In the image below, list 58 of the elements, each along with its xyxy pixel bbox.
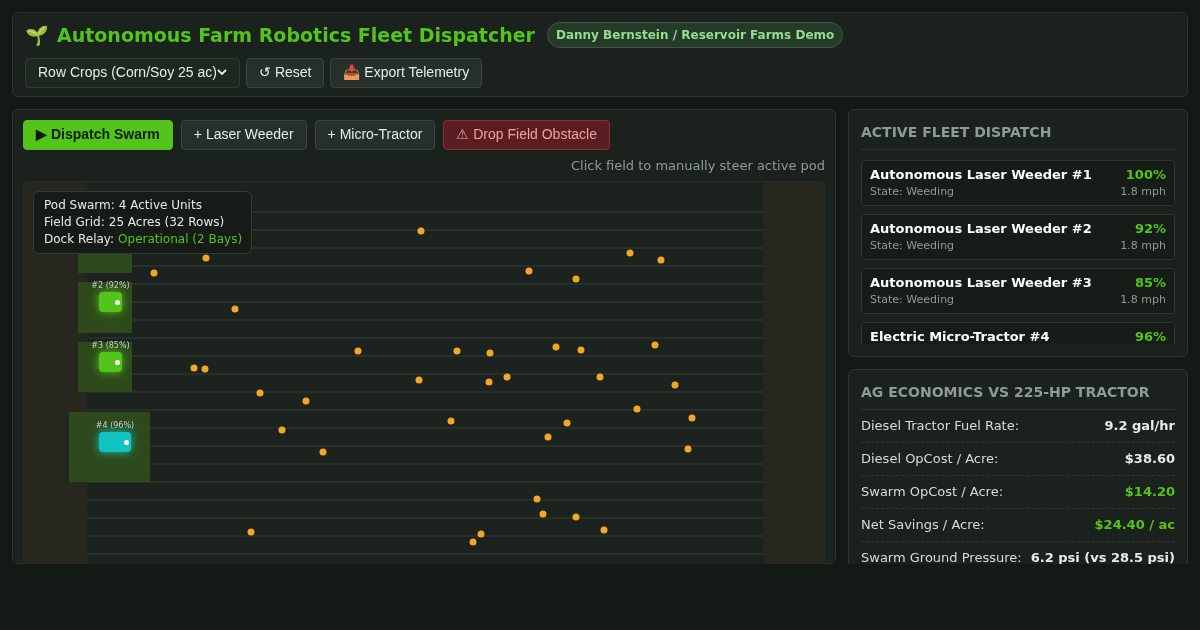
unit-name: Autonomous Laser Weeder #3: [870, 273, 1092, 292]
battery-percent: 92%: [1134, 219, 1166, 238]
metric-label: Swarm Ground Pressure:: [861, 548, 1022, 564]
battery-percent: 100%: [1125, 165, 1166, 184]
header-button[interactable]: 📥 Export Telemetry: [330, 57, 483, 88]
field-select[interactable]: Row Crops (Corn/Soy 25 ac): [25, 57, 240, 88]
battery-percent: 85%: [1134, 273, 1166, 292]
pod-label: #3 (85%): [90, 340, 131, 352]
crop-field[interactable]: #2 (92%) #3 (85%) #4 (96%) Pod Swarm: 4 Active Units Field Grid: 25 Acres (32 Rows) Dock Relay: Operational (2 Bays): [23, 181, 825, 564]
sensor-light-icon: [124, 439, 129, 445]
unit-state: State: Weeding: [870, 291, 955, 308]
metric-label: Diesel OpCost / Acre:: [861, 449, 999, 468]
toolbar-button[interactable]: + Laser Weeder: [180, 119, 307, 150]
toolbar-button[interactable]: + Micro-Tractor: [314, 119, 436, 150]
panel-title: ACTIVE FLEET DISPATCH: [861, 121, 1175, 150]
toolbar-button[interactable]: ⚠ Drop Field Obstacle: [443, 119, 610, 150]
sensor-light-icon: [115, 299, 120, 305]
fleet-card[interactable]: Electric Micro-Tractor #4 96%: [861, 321, 1175, 344]
unit-speed: 1.8 mph: [1120, 291, 1166, 308]
fleet-card[interactable]: Autonomous Laser Weeder #1 100% State: Weeding 1.8 mph: [861, 159, 1175, 206]
chevron-icon: [217, 69, 227, 76]
status-label: Pod Swarm:: [44, 197, 115, 214]
sprout-icon: 🌱: [25, 21, 49, 50]
unit-speed: 1.8 mph: [1120, 237, 1166, 254]
status-value: Operational (2 Bays): [118, 231, 243, 248]
robot-pod[interactable]: [99, 432, 131, 452]
metric-label: Net Savings / Acre:: [861, 515, 985, 534]
user-badge: Danny Bernstein / Reservoir Farms Demo: [546, 22, 844, 49]
metric-value: $24.40 / ac: [1094, 515, 1175, 534]
panel-title: AG ECONOMICS VS 225-HP TRACTOR: [861, 381, 1175, 410]
sensor-light-icon: [115, 359, 120, 365]
unit-name: Autonomous Laser Weeder #2: [870, 219, 1092, 238]
fleet-card[interactable]: Autonomous Laser Weeder #2 92% State: Weeding 1.8 mph: [861, 213, 1175, 260]
pod-label: #4 (96%): [95, 420, 135, 432]
header-button[interactable]: ↺ Reset: [246, 57, 325, 88]
field-hint: Click field to manually steer active pod: [570, 156, 825, 175]
toolbar-button[interactable]: ▶ Dispatch Swarm: [23, 119, 173, 150]
battery-percent: 96%: [1134, 327, 1166, 344]
robot-pod[interactable]: [99, 352, 122, 372]
pod-label: #2 (92%): [90, 280, 131, 292]
metric-value: $14.20: [1124, 482, 1175, 501]
metric-value: $38.60: [1124, 449, 1175, 468]
unit-name: Electric Micro-Tractor #4: [870, 327, 1050, 344]
status-value: 25 Acres (32 Rows): [108, 214, 225, 231]
metric-value: 9.2 gal/hr: [1104, 416, 1175, 435]
unit-speed: 1.8 mph: [1120, 183, 1166, 200]
app-title: Autonomous Farm Robotics Fleet Dispatcher: [57, 23, 535, 48]
metric-label: Swarm OpCost / Acre:: [861, 482, 1004, 501]
unit-name: Autonomous Laser Weeder #1: [870, 165, 1092, 184]
fleet-card[interactable]: Autonomous Laser Weeder #3 85% State: Weeding 1.8 mph: [861, 267, 1175, 314]
status-label: Field Grid:: [44, 214, 105, 231]
unit-state: State: Weeding: [870, 183, 955, 200]
unit-state: State: Weeding: [870, 237, 955, 254]
status-label: Dock Relay:: [44, 231, 115, 248]
metric-label: Diesel Tractor Fuel Rate:: [861, 416, 1020, 435]
robot-pod[interactable]: [99, 292, 122, 312]
metric-value: 6.2 psi (vs 28.5 psi): [1030, 548, 1175, 564]
status-value: 4 Active Units: [118, 197, 202, 214]
